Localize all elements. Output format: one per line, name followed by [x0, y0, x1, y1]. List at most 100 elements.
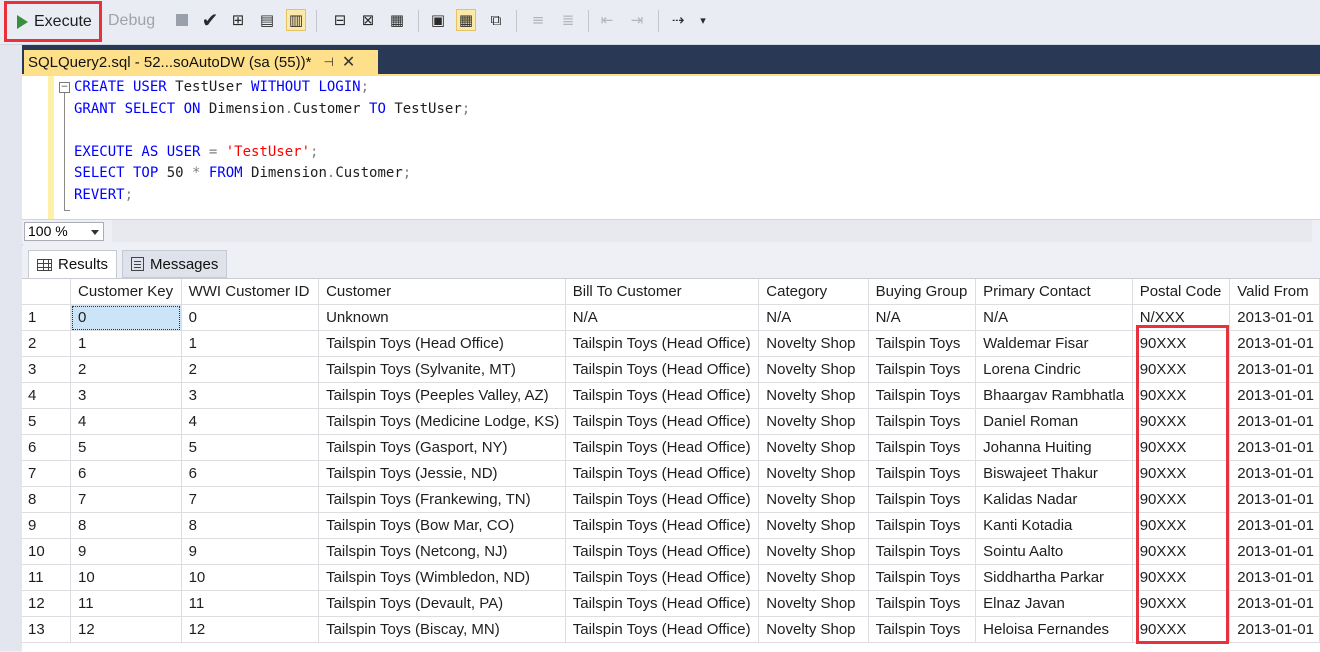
- table-cell[interactable]: Johanna Huiting: [975, 434, 1133, 461]
- results-grid[interactable]: Customer Key WWI Customer ID Customer Bill …: [22, 278, 1320, 652]
- table-cell[interactable]: 90XXX: [1132, 330, 1231, 357]
- table-cell[interactable]: Tailspin Toys: [868, 564, 977, 591]
- table-cell[interactable]: 2013-01-01: [1229, 330, 1320, 357]
- table-cell[interactable]: Tailspin Toys (Head Office): [318, 330, 566, 357]
- query-options-icon[interactable]: ▤: [257, 9, 277, 31]
- table-cell[interactable]: Waldemar Fisar: [975, 330, 1133, 357]
- table-cell[interactable]: 5: [181, 434, 320, 461]
- results-to-grid-icon[interactable]: ⊠: [358, 9, 378, 31]
- table-cell[interactable]: Kanti Kotadia: [975, 512, 1133, 539]
- table-cell[interactable]: 8: [70, 512, 182, 539]
- table-cell[interactable]: 3: [181, 382, 320, 409]
- column-header[interactable]: WWI Customer ID: [181, 279, 320, 305]
- table-cell[interactable]: Novelty Shop: [758, 564, 869, 591]
- table-cell[interactable]: 12: [70, 616, 182, 643]
- column-header[interactable]: Primary Contact: [975, 279, 1133, 305]
- table-cell[interactable]: 7: [70, 486, 182, 513]
- table-cell[interactable]: 6: [181, 460, 320, 487]
- table-cell[interactable]: Tailspin Toys (Head Office): [565, 538, 760, 565]
- table-cell[interactable]: Biswajeet Thakur: [975, 460, 1133, 487]
- table-cell[interactable]: Novelty Shop: [758, 486, 869, 513]
- display-plan-icon[interactable]: ⊞: [228, 9, 248, 31]
- code-line[interactable]: GRANT SELECT ON Dimension.Customer TO Te…: [74, 99, 470, 119]
- query-document-tab[interactable]: SQLQuery2.sql - 52...soAutoDW (sa (55))*…: [24, 50, 378, 74]
- table-cell[interactable]: 1: [181, 330, 320, 357]
- increase-indent-icon[interactable]: ≣: [558, 9, 578, 31]
- specify-values-icon[interactable]: ⧉: [486, 9, 506, 31]
- column-header[interactable]: Buying Group: [868, 279, 977, 305]
- table-cell[interactable]: 90XXX: [1132, 408, 1231, 435]
- table-cell[interactable]: 2013-01-01: [1229, 304, 1320, 331]
- table-cell[interactable]: Tailspin Toys (Devault, PA): [318, 590, 566, 617]
- table-cell[interactable]: 4: [70, 408, 182, 435]
- column-header[interactable]: Customer Key: [70, 279, 182, 305]
- table-row[interactable]: 6 5 5 Tailspin Toys (Gasport, NY) Tailspin T…: [22, 434, 1320, 461]
- decrease-indent-icon[interactable]: ≡: [528, 9, 548, 31]
- table-cell[interactable]: 90XXX: [1132, 460, 1231, 487]
- code-line[interactable]: CREATE USER TestUser WITHOUT LOGIN;: [74, 77, 369, 97]
- table-cell[interactable]: Tailspin Toys (Head Office): [565, 434, 760, 461]
- table-cell[interactable]: 11: [70, 590, 182, 617]
- row-number[interactable]: 8: [22, 486, 72, 513]
- table-cell[interactable]: Tailspin Toys (Wimbledon, ND): [318, 564, 566, 591]
- table-row[interactable]: 1 0 0 Unknown N/A N/A N/A N/A N/XXX 2013-01-01: [22, 304, 1320, 331]
- table-cell[interactable]: Tailspin Toys (Head Office): [565, 330, 760, 357]
- table-cell[interactable]: Tailspin Toys (Frankewing, TN): [318, 486, 566, 513]
- table-cell[interactable]: 2013-01-01: [1229, 382, 1320, 409]
- row-number[interactable]: 2: [22, 330, 72, 357]
- uncomment-icon[interactable]: ▦: [456, 9, 476, 31]
- table-cell[interactable]: Tailspin Toys (Head Office): [565, 486, 760, 513]
- row-number[interactable]: 1: [22, 304, 72, 331]
- table-cell[interactable]: 90XXX: [1132, 356, 1231, 383]
- table-cell[interactable]: N/A: [565, 304, 760, 331]
- table-cell[interactable]: Tailspin Toys (Head Office): [565, 460, 760, 487]
- table-cell[interactable]: Tailspin Toys (Head Office): [565, 564, 760, 591]
- table-cell[interactable]: Siddhartha Parkar: [975, 564, 1133, 591]
- table-cell[interactable]: Tailspin Toys: [868, 330, 977, 357]
- table-cell[interactable]: 90XXX: [1132, 538, 1231, 565]
- column-header[interactable]: Customer: [318, 279, 566, 305]
- table-cell[interactable]: 90XXX: [1132, 616, 1231, 643]
- table-cell[interactable]: 10: [181, 564, 320, 591]
- query-editor[interactable]: − CREATE USER TestUser WITHOUT LOGIN; GRA…: [22, 74, 1320, 220]
- table-cell[interactable]: Kalidas Nadar: [975, 486, 1133, 513]
- table-cell[interactable]: Tailspin Toys: [868, 512, 977, 539]
- table-row[interactable]: 8 7 7 Tailspin Toys (Frankewing, TN) Tailspi…: [22, 486, 1320, 513]
- row-number[interactable]: 12: [22, 590, 72, 617]
- table-row[interactable]: 7 6 6 Tailspin Toys (Jessie, ND) Tailspin To…: [22, 460, 1320, 487]
- zoom-dropdown[interactable]: 100 %: [24, 222, 104, 241]
- debug-button[interactable]: Debug: [108, 6, 155, 36]
- table-cell[interactable]: 2013-01-01: [1229, 434, 1320, 461]
- table-cell[interactable]: 1: [70, 330, 182, 357]
- table-cell[interactable]: 2013-01-01: [1229, 616, 1320, 643]
- table-cell[interactable]: 6: [70, 460, 182, 487]
- horizontal-scrollbar[interactable]: [112, 220, 1312, 242]
- table-cell[interactable]: 5: [70, 434, 182, 461]
- table-cell[interactable]: 2013-01-01: [1229, 512, 1320, 539]
- row-number[interactable]: 11: [22, 564, 72, 591]
- stop-icon[interactable]: [172, 9, 192, 31]
- table-cell[interactable]: Tailspin Toys (Netcong, NJ): [318, 538, 566, 565]
- table-cell[interactable]: Tailspin Toys: [868, 408, 977, 435]
- table-cell[interactable]: 2: [70, 356, 182, 383]
- collapse-toggle-icon[interactable]: −: [59, 82, 70, 93]
- outdent-icon[interactable]: ⇤: [597, 9, 617, 31]
- row-number[interactable]: 5: [22, 408, 72, 435]
- table-cell[interactable]: Tailspin Toys (Head Office): [565, 590, 760, 617]
- table-cell[interactable]: Novelty Shop: [758, 616, 869, 643]
- table-cell[interactable]: 2013-01-01: [1229, 564, 1320, 591]
- table-cell[interactable]: N/A: [975, 304, 1133, 331]
- table-cell[interactable]: Novelty Shop: [758, 382, 869, 409]
- table-cell[interactable]: Tailspin Toys: [868, 616, 977, 643]
- table-cell[interactable]: Tailspin Toys: [868, 382, 977, 409]
- table-cell[interactable]: Unknown: [318, 304, 566, 331]
- results-to-text-icon[interactable]: ⊟: [330, 9, 350, 31]
- table-cell[interactable]: 11: [181, 590, 320, 617]
- table-cell[interactable]: Lorena Cindric: [975, 356, 1133, 383]
- table-cell[interactable]: 2013-01-01: [1229, 356, 1320, 383]
- table-cell[interactable]: Novelty Shop: [758, 356, 869, 383]
- table-cell[interactable]: Sointu Aalto: [975, 538, 1133, 565]
- table-cell[interactable]: Novelty Shop: [758, 512, 869, 539]
- column-header[interactable]: Category: [758, 279, 869, 305]
- results-to-file-icon[interactable]: ▦: [387, 9, 407, 31]
